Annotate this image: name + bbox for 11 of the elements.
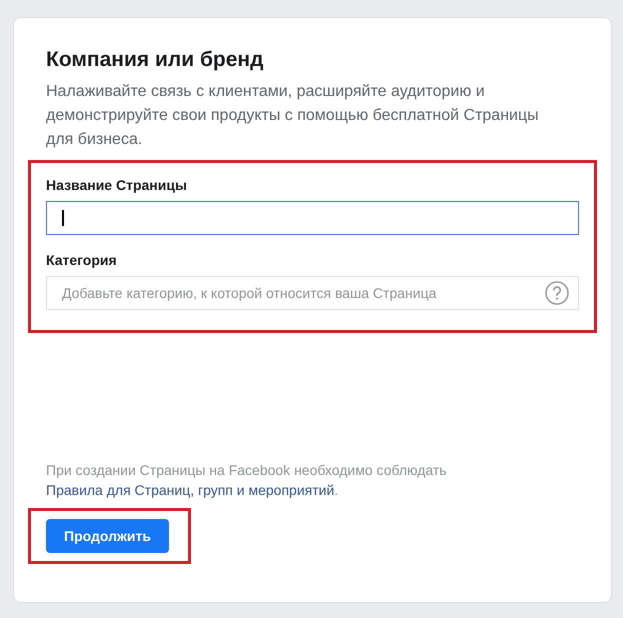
description-text: Налаживайте связь с клиентами, расширяйте аудиторию и демонстрируйте свои продукты с помощью бесплатной Страницы для бизнеса.: [46, 82, 540, 150]
input-field[interactable]: [46, 201, 579, 235]
field-label: Название Страницы: [46, 176, 188, 195]
continue-button[interactable]: Продолжить: [46, 519, 169, 553]
notice-text: При создании Страницы на Facebook необходимо соблюдать Правила для Страниц, групп и мероприятий.: [46, 461, 448, 500]
field-label: Категория: [46, 251, 118, 270]
input-field[interactable]: Добавьте категорию, к которой относится ваша Страница: [46, 276, 579, 310]
rules-link[interactable]: Правила для Страниц, групп и мероприятий: [46, 482, 334, 498]
help-icon[interactable]: [545, 281, 569, 305]
card-title: Компания или бренд: [46, 47, 264, 73]
text-cursor: [62, 210, 64, 226]
